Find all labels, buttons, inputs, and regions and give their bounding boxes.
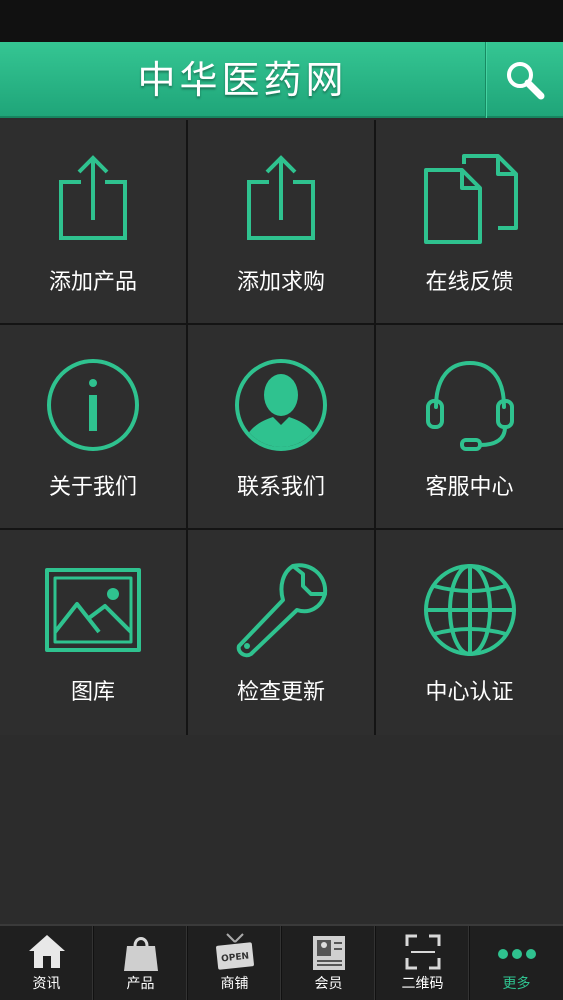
- picture-icon: [43, 560, 143, 660]
- home-icon: [27, 932, 67, 972]
- feature-grid: 添加产品 添加求购 在线反馈 关于我们 联系我们 客服中心 图库 检查更新 中心…: [0, 120, 563, 735]
- page-title: 中华医药网: [137, 58, 348, 102]
- grid-item-label: 图库: [70, 680, 115, 705]
- search-icon: [503, 58, 547, 102]
- tab-shops[interactable]: OPEN 商铺: [188, 926, 282, 1000]
- tab-label: 产品: [126, 976, 155, 992]
- user-contact-icon: [231, 355, 331, 455]
- open-sign-icon: OPEN: [215, 932, 255, 972]
- headset-icon: [420, 355, 520, 455]
- tab-label: 更多: [502, 976, 531, 992]
- grid-item-check-update[interactable]: 检查更新: [188, 530, 376, 735]
- tab-qr-code[interactable]: 二维码: [376, 926, 470, 1000]
- grid-item-add-product[interactable]: 添加产品: [0, 120, 188, 325]
- qr-scan-icon: [403, 932, 443, 972]
- tab-label: 商铺: [220, 976, 249, 992]
- grid-item-label: 在线反馈: [425, 270, 514, 295]
- tab-more[interactable]: 更多: [470, 926, 563, 1000]
- grid-item-label: 检查更新: [236, 680, 325, 705]
- info-icon: [43, 355, 143, 455]
- tab-label: 会员: [314, 976, 343, 992]
- grid-item-service-center[interactable]: 客服中心: [376, 325, 563, 530]
- grid-item-label: 联系我们: [236, 475, 325, 500]
- wrench-icon: [231, 560, 331, 660]
- grid-item-about-us[interactable]: 关于我们: [0, 325, 188, 530]
- grid-item-feedback[interactable]: 在线反馈: [376, 120, 563, 325]
- status-bar: [0, 0, 563, 42]
- documents-icon: [420, 150, 520, 250]
- tab-label: 资讯: [32, 976, 61, 992]
- tab-news[interactable]: 资讯: [0, 926, 94, 1000]
- grid-item-certification[interactable]: 中心认证: [376, 530, 563, 735]
- more-dots-icon: [497, 932, 537, 972]
- share-upload-icon: [43, 150, 143, 250]
- grid-item-add-purchase[interactable]: 添加求购: [188, 120, 376, 325]
- grid-item-label: 关于我们: [48, 475, 137, 500]
- app-header: 中华医药网: [0, 42, 563, 118]
- grid-item-gallery[interactable]: 图库: [0, 530, 188, 735]
- shopping-bag-icon: [121, 932, 161, 972]
- grid-item-contact-us[interactable]: 联系我们: [188, 325, 376, 530]
- id-card-icon: [309, 932, 349, 972]
- globe-icon: [420, 560, 520, 660]
- grid-item-label: 添加产品: [48, 270, 137, 295]
- tab-members[interactable]: 会员: [282, 926, 376, 1000]
- grid-item-label: 中心认证: [425, 680, 514, 705]
- grid-item-label: 客服中心: [425, 475, 514, 500]
- tab-products[interactable]: 产品: [94, 926, 188, 1000]
- tab-label: 二维码: [401, 976, 444, 992]
- bottom-tab-bar: 资讯 产品 OPEN 商铺 会员 二维码 更多: [0, 924, 563, 1000]
- search-button[interactable]: [485, 42, 563, 118]
- share-upload-icon: [231, 150, 331, 250]
- grid-item-label: 添加求购: [236, 270, 325, 295]
